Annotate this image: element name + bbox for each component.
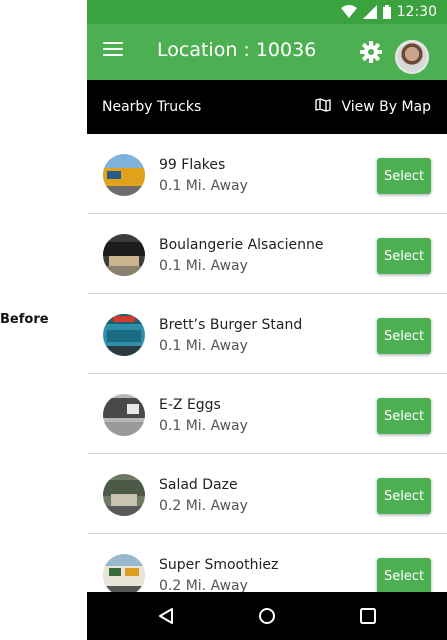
- truck-name: Brett’s Burger Stand: [159, 317, 303, 333]
- truck-thumbnail: [103, 394, 145, 436]
- wifi-icon: [340, 5, 357, 19]
- side-label: Before: [0, 312, 49, 327]
- list-item[interactable]: 99 Flakes 0.1 Mi. Away Select: [87, 134, 447, 214]
- truck-distance: 0.1 Mi. Away: [159, 258, 248, 274]
- select-button[interactable]: Select: [377, 398, 431, 434]
- list-item[interactable]: Boulangerie Alsacienne 0.1 Mi. Away Sele…: [87, 214, 447, 294]
- view-by-map-label: View By Map: [341, 99, 431, 115]
- page-title: Location : 10036: [157, 39, 317, 61]
- map-icon: [315, 98, 332, 116]
- sub-bar: Nearby Trucks View By Map: [87, 80, 447, 134]
- select-button[interactable]: Select: [377, 158, 431, 194]
- list-item[interactable]: Salad Daze 0.2 Mi. Away Select: [87, 454, 447, 534]
- truck-name: Super Smoothiez: [159, 557, 279, 573]
- truck-name: E-Z Eggs: [159, 397, 221, 413]
- truck-thumbnail: [103, 554, 145, 596]
- nearby-trucks-label: Nearby Trucks: [102, 99, 202, 115]
- gear-icon[interactable]: [359, 40, 383, 64]
- truck-distance: 0.1 Mi. Away: [159, 338, 248, 354]
- truck-name: Salad Daze: [159, 477, 238, 493]
- truck-distance: 0.1 Mi. Away: [159, 418, 248, 434]
- truck-distance: 0.1 Mi. Away: [159, 178, 248, 194]
- home-icon[interactable]: [257, 606, 277, 626]
- truck-name: Boulangerie Alsacienne: [159, 237, 324, 253]
- truck-distance: 0.2 Mi. Away: [159, 498, 248, 514]
- back-icon[interactable]: [156, 606, 176, 626]
- recents-icon[interactable]: [358, 606, 378, 626]
- truck-thumbnail: [103, 234, 145, 276]
- battery-icon: [382, 5, 391, 19]
- select-button[interactable]: Select: [377, 478, 431, 514]
- select-button[interactable]: Select: [377, 238, 431, 274]
- view-by-map-button[interactable]: View By Map: [315, 98, 431, 116]
- system-nav-bar: [87, 592, 447, 640]
- signal-icon: [362, 5, 377, 19]
- phone-screen: 12:30 Location : 10036 Nearby Trucks Vie…: [87, 0, 447, 640]
- menu-icon[interactable]: [103, 42, 123, 62]
- truck-thumbnail: [103, 474, 145, 516]
- app-bar: Location : 10036: [87, 24, 447, 80]
- avatar[interactable]: [395, 40, 429, 74]
- status-time: 12:30: [396, 4, 437, 20]
- select-button[interactable]: Select: [377, 558, 431, 594]
- list-item[interactable]: E-Z Eggs 0.1 Mi. Away Select: [87, 374, 447, 454]
- truck-list: 99 Flakes 0.1 Mi. Away Select Boulangeri…: [87, 134, 447, 614]
- list-item[interactable]: Brett’s Burger Stand 0.1 Mi. Away Select: [87, 294, 447, 374]
- status-bar: 12:30: [87, 0, 447, 24]
- select-button[interactable]: Select: [377, 318, 431, 354]
- truck-thumbnail: [103, 314, 145, 356]
- truck-name: 99 Flakes: [159, 157, 226, 173]
- truck-thumbnail: [103, 154, 145, 196]
